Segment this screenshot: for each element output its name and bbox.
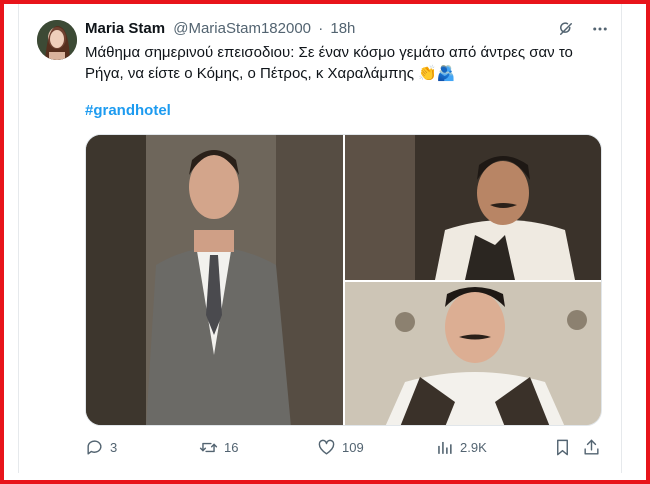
media-grid <box>85 134 602 426</box>
avatar[interactable] <box>37 20 77 60</box>
header-actions <box>556 19 610 39</box>
retweet-icon <box>199 442 218 453</box>
views-button[interactable]: 2.9K <box>435 438 487 457</box>
share-button[interactable] <box>582 438 601 457</box>
reply-count: 3 <box>110 440 118 455</box>
bookmark-icon <box>557 439 568 456</box>
tweet-header: Maria Stam @MariaStam182000 · 18h <box>85 20 355 37</box>
tweet-time[interactable]: 18h <box>330 20 355 37</box>
photo-3[interactable] <box>345 282 601 425</box>
like-count: 109 <box>342 440 364 455</box>
share-icon <box>584 439 599 455</box>
reply-button[interactable]: 3 <box>85 438 117 457</box>
bookmark-button[interactable] <box>553 438 572 457</box>
author-name[interactable]: Maria Stam <box>85 20 165 37</box>
retweet-count: 16 <box>224 440 239 455</box>
hashtag-link[interactable]: #grandhotel <box>85 102 171 119</box>
grok-icon[interactable] <box>556 19 576 39</box>
reply-icon <box>87 440 102 455</box>
like-button[interactable]: 109 <box>317 438 364 457</box>
views-count: 2.9K <box>460 440 487 455</box>
tweet-emojis: 👏🫂 <box>418 65 456 82</box>
tweet-actions: 3 16 109 2.9K <box>85 438 600 458</box>
tweet-body: Μάθημα σημερινού επεισοδιου: Σε έναν κόσ… <box>85 44 573 82</box>
photo-2[interactable] <box>345 135 601 280</box>
header-separator: · <box>318 20 324 37</box>
like-icon <box>318 439 335 455</box>
retweet-button[interactable]: 16 <box>199 438 238 457</box>
more-icon[interactable] <box>590 19 610 39</box>
views-icon <box>438 441 452 454</box>
tweet-text: Μάθημα σημερινού επεισοδιου: Σε έναν κόσ… <box>85 42 595 84</box>
author-handle[interactable]: @MariaStam182000 <box>173 20 311 37</box>
photo-1[interactable] <box>86 135 343 425</box>
